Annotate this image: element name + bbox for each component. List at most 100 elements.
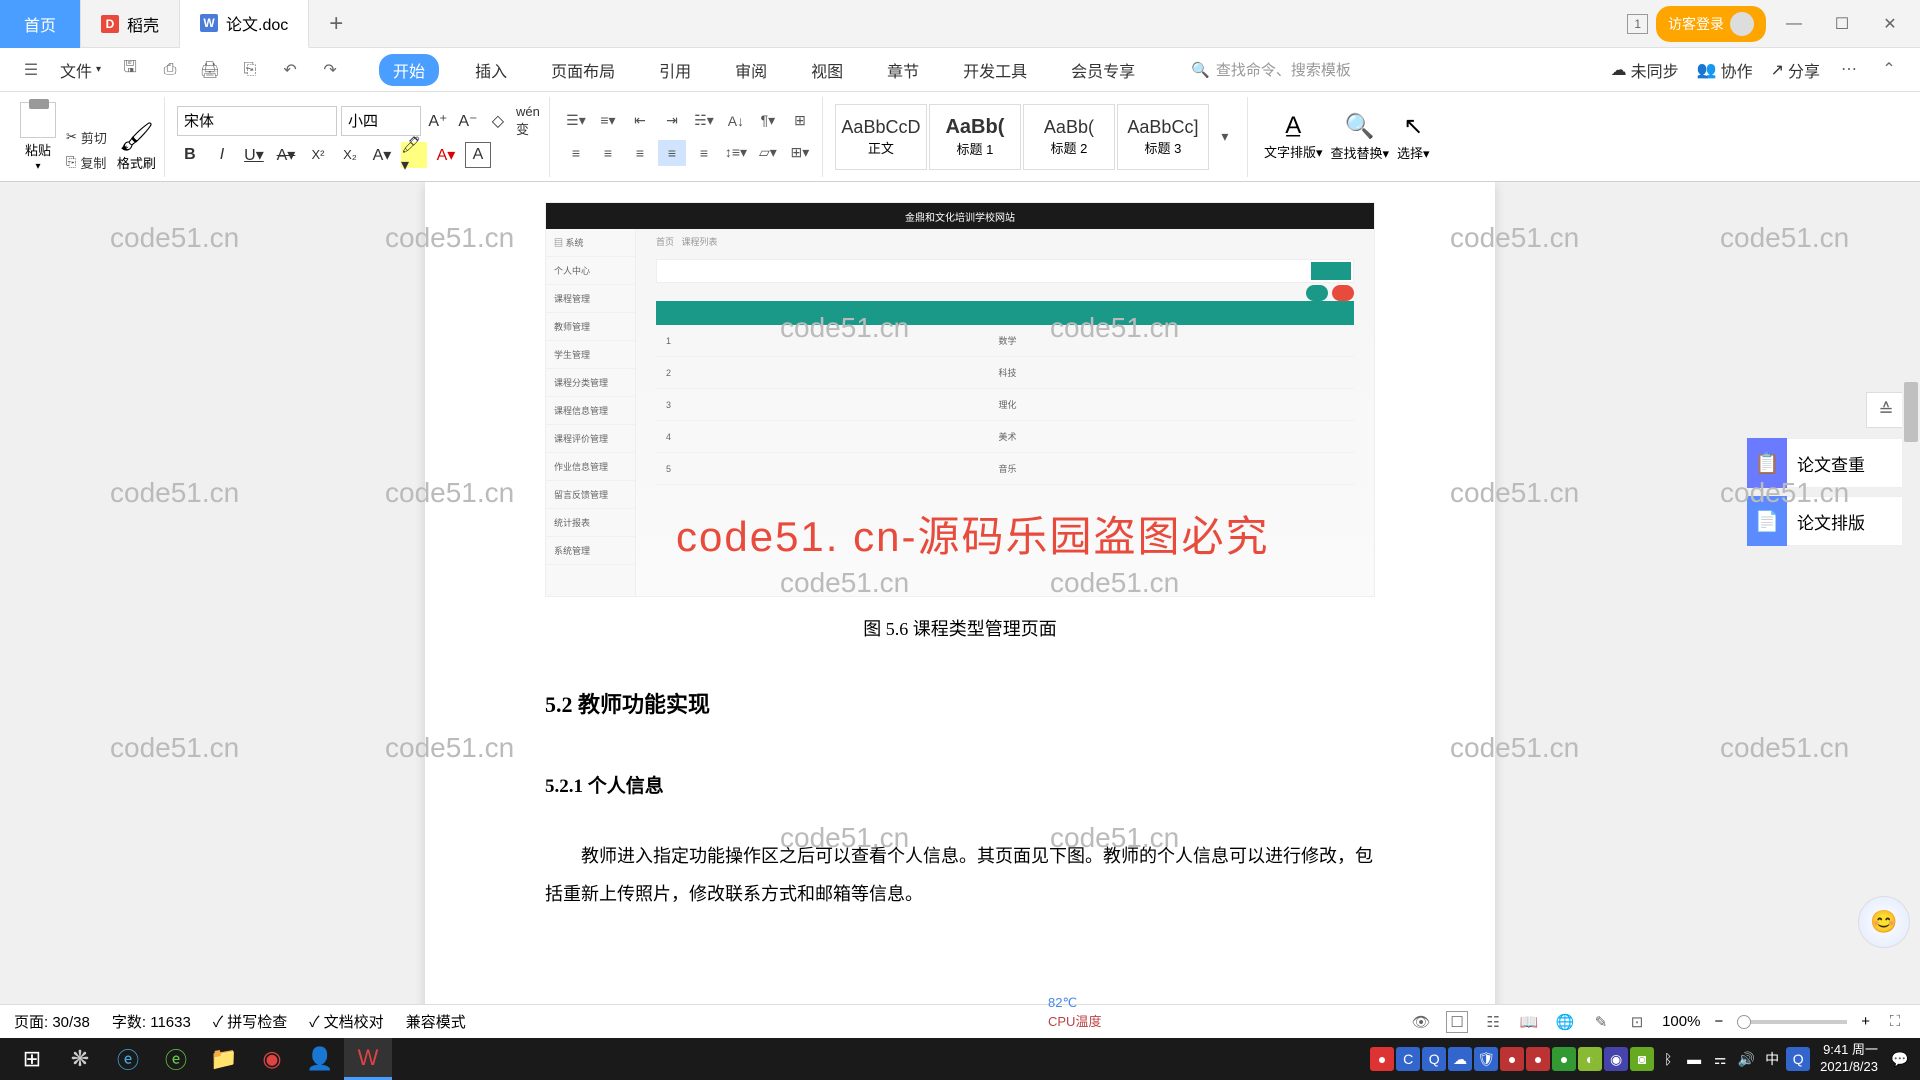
tray-ime[interactable]: 中 [1760,1047,1784,1071]
sort-button[interactable]: A↓ [722,108,750,134]
fullscreen-icon[interactable]: ⛶ [1884,1011,1906,1033]
bold-button[interactable]: B [177,142,203,168]
char-border-button[interactable]: A [465,142,491,168]
align-right-button[interactable]: ≡ [626,140,654,166]
minimize-button[interactable]: — [1774,4,1814,44]
expand-icon[interactable]: ⌃ [1878,58,1900,80]
asian-layout-button[interactable]: ☵▾ [690,108,718,134]
italic-button[interactable]: I [209,142,235,168]
view-page-icon[interactable]: ☐ [1446,1011,1468,1033]
menu-devtools[interactable]: 开发工具 [955,54,1035,86]
align-left-button[interactable]: ≡ [562,140,590,166]
copy-button[interactable]: ⎘复制 [66,153,107,172]
tray-q[interactable]: Q [1786,1047,1810,1071]
clear-format-button[interactable]: ◇ [485,108,511,134]
decrease-font-button[interactable]: A⁻ [455,108,481,134]
preview-icon[interactable]: ⎘ [239,59,261,81]
tray-8[interactable]: ● [1552,1047,1576,1071]
line-spacing-button[interactable]: ↕≡▾ [722,140,750,166]
style-heading2[interactable]: AaBb(标题 2 [1023,104,1115,170]
embedded-figure[interactable]: 金鼎和文化培训学校网站 ▤ 系统 个人中心 课程管理 教师管理 学生管理 课程分… [545,202,1375,597]
menu-layout[interactable]: 页面布局 [543,54,623,86]
tray-10[interactable]: ◉ [1604,1047,1628,1071]
notifications-icon[interactable]: 💬 [1888,1047,1912,1071]
superscript-button[interactable]: X² [305,142,331,168]
view-read-icon[interactable]: 📖 [1518,1011,1540,1033]
zoom-slider[interactable] [1737,1020,1847,1024]
menu-view[interactable]: 视图 [803,54,851,86]
tray-9[interactable]: ◐ [1578,1047,1602,1071]
menu-icon[interactable]: ☰ [20,59,42,81]
zoom-out-button[interactable]: − [1714,1013,1723,1030]
style-heading3[interactable]: AaBbCc]标题 3 [1117,104,1209,170]
view-web-icon[interactable]: 🌐 [1554,1011,1576,1033]
distribute-button[interactable]: ≡ [690,140,718,166]
task-ie[interactable]: ⓔ [104,1038,152,1080]
bullets-button[interactable]: ☰▾ [562,108,590,134]
tray-wifi-icon[interactable]: ⚎ [1708,1047,1732,1071]
styles-more-button[interactable]: ▾ [1211,124,1239,150]
doc-check-toggle[interactable]: ✓ 文档校对 [309,1011,383,1032]
highlight-button[interactable]: 🖊▾ [401,142,427,168]
undo-icon[interactable]: ↶ [279,59,301,81]
tray-5[interactable]: 🛡 [1474,1047,1498,1071]
tray-3[interactable]: Q [1422,1047,1446,1071]
font-select[interactable] [177,106,337,136]
page-indicator[interactable]: 页面: 30/38 [14,1011,90,1032]
unsync-button[interactable]: ☁未同步 [1611,58,1679,82]
panel-toggle-button[interactable]: ≙ [1866,392,1906,428]
numbering-button[interactable]: ≡▾ [594,108,622,134]
task-app2[interactable]: 👤 [296,1038,344,1080]
menu-insert[interactable]: 插入 [467,54,515,86]
redo-icon[interactable]: ↷ [319,59,341,81]
tray-6[interactable]: ● [1500,1047,1524,1071]
thesis-layout-button[interactable]: 📄 论文排版 [1746,496,1906,546]
tray-1[interactable]: ● [1370,1047,1394,1071]
file-menu[interactable]: 文件 ▾ [60,58,101,82]
indent-button[interactable]: ⇥ [658,108,686,134]
login-button[interactable]: 访客登录 [1656,6,1766,42]
style-normal[interactable]: AaBbCcD正文 [835,104,927,170]
text-layout-button[interactable]: A̲文字排版▾ [1264,112,1323,162]
tabs-button[interactable]: ⊞ [786,108,814,134]
phonetic-button[interactable]: wén变 [515,108,541,134]
word-count[interactable]: 字数: 11633 [112,1011,191,1032]
task-wps[interactable]: W [344,1038,392,1080]
task-copilot[interactable]: ❋ [56,1038,104,1080]
assistant-button[interactable]: 😊 [1858,896,1910,948]
align-justify-button[interactable]: ≡ [658,140,686,166]
more-icon[interactable]: ⋯ [1838,58,1860,80]
select-button[interactable]: ↖选择▾ [1397,112,1430,162]
find-replace-button[interactable]: 🔍查找替换▾ [1330,112,1389,162]
task-app1[interactable]: ◉ [248,1038,296,1080]
tab-document[interactable]: W 论文.doc [180,0,309,48]
tab-daoke[interactable]: D 稻壳 [81,0,180,48]
style-heading1[interactable]: AaBb(标题 1 [929,104,1021,170]
thesis-check-button[interactable]: 📋 论文查重 [1746,438,1906,488]
edit-icon[interactable]: ✎ [1590,1011,1612,1033]
cut-button[interactable]: ✂剪切 [66,128,107,147]
font-color-button[interactable]: A▾ [433,142,459,168]
tray-4[interactable]: ☁ [1448,1047,1472,1071]
increase-font-button[interactable]: A⁺ [425,108,451,134]
text-effect-button[interactable]: A▾ [369,142,395,168]
format-brush-button[interactable]: 🖌 格式刷 [117,120,156,172]
align-center-button[interactable]: ≡ [594,140,622,166]
tray-7[interactable]: ● [1526,1047,1550,1071]
save-icon[interactable]: 🖫 [119,59,141,81]
tray-nvidia[interactable]: ◙ [1630,1047,1654,1071]
maximize-button[interactable]: ☐ [1822,4,1862,44]
spell-check-toggle[interactable]: ✓ 拼写检查 [213,1011,287,1032]
export-icon[interactable]: ⎙ [159,59,181,81]
collab-button[interactable]: 👥协作 [1697,58,1753,82]
zoom-in-button[interactable]: + [1861,1013,1870,1030]
scroll-thumb[interactable] [1904,382,1918,442]
underline-button[interactable]: U▾ [241,142,267,168]
tray-2[interactable]: C [1396,1047,1420,1071]
task-explorer[interactable]: 📁 [200,1038,248,1080]
zoom-value[interactable]: 100% [1662,1013,1700,1030]
borders-button[interactable]: ⊞▾ [786,140,814,166]
fit-icon[interactable]: ⊡ [1626,1011,1648,1033]
strikethrough-button[interactable]: A▾ [273,142,299,168]
shading-button[interactable]: ▱▾ [754,140,782,166]
